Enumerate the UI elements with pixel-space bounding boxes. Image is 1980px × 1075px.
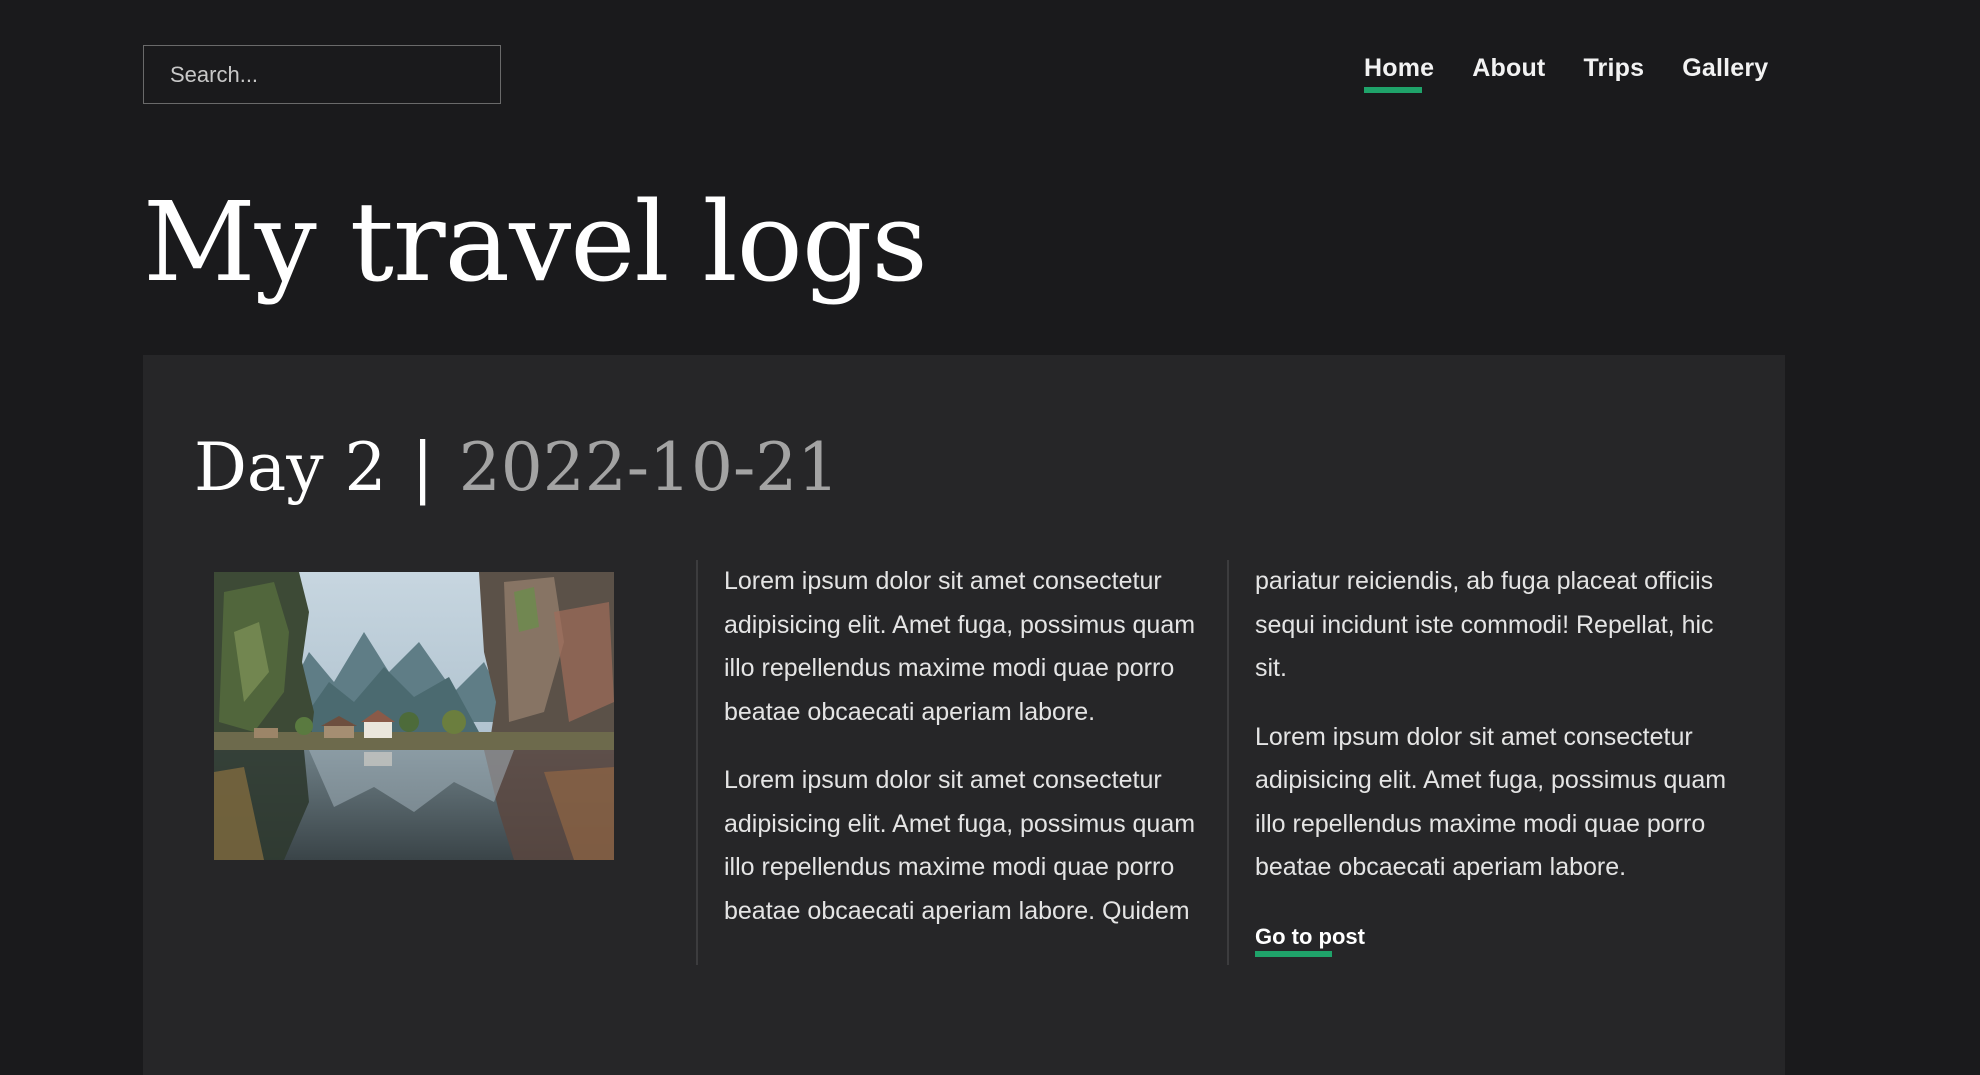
page-title: My travel logs [143, 178, 928, 306]
post-title: Day 2 | 2022-10-21 [194, 429, 839, 506]
post-column-1: Lorem ipsum dolor sit amet consectetur a… [696, 560, 1201, 965]
nav-about-link[interactable]: About [1472, 54, 1545, 83]
post-paragraph: Lorem ipsum dolor sit amet consectetur a… [1255, 722, 1727, 882]
post-day: Day 2 [194, 429, 387, 506]
post-date: 2022-10-21 [458, 429, 840, 506]
nav-gallery-link[interactable]: Gallery [1682, 54, 1768, 83]
main-nav: Home About Trips Gallery [1364, 54, 1768, 93]
nav-home-link[interactable]: Home [1364, 54, 1434, 93]
go-to-post-link[interactable]: Go to post [1255, 923, 1365, 957]
post-paragraph: Lorem ipsum dolor sit amet consectetur a… [724, 567, 1196, 726]
post-column-2: pariatur reiciendis, ab fuga placeat off… [1227, 560, 1732, 965]
nav-trips-link[interactable]: Trips [1583, 54, 1644, 83]
landscape-photo-icon [214, 572, 614, 860]
site-header: Home About Trips Gallery [0, 0, 1980, 150]
search-input[interactable] [143, 45, 501, 104]
post-card: Day 2 | 2022-10-21 Lorem ipsum dolor sit… [143, 355, 1785, 1075]
post-paragraph: pariatur reiciendis, ab fuga placeat off… [1255, 567, 1714, 682]
post-paragraph: Lorem ipsum dolor sit amet consectetur a… [724, 766, 1196, 925]
title-separator: | [411, 429, 434, 506]
post-thumbnail [214, 572, 614, 860]
